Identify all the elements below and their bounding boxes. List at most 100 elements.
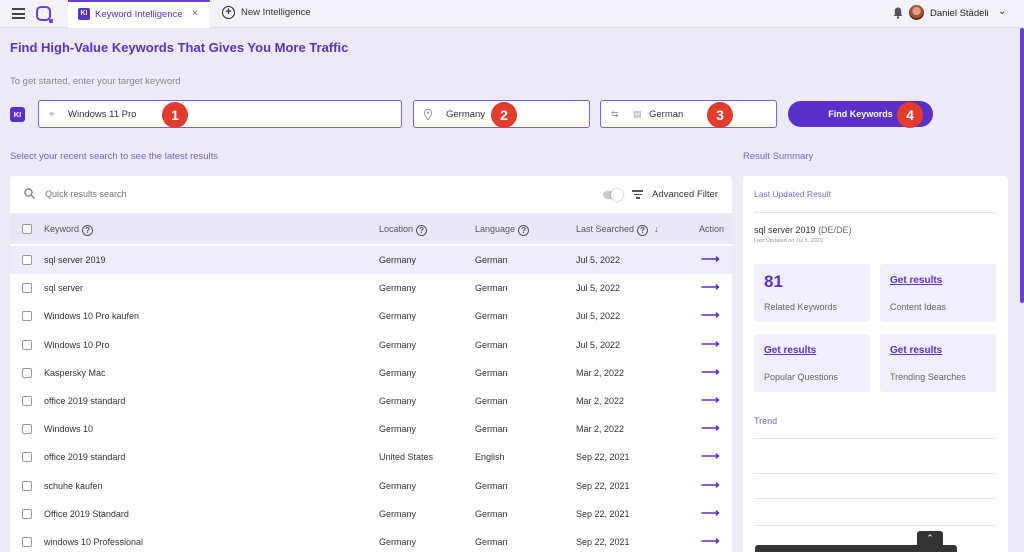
table-row[interactable]: Kaspersky Mac Germany German Mar 2, 2022 ⟶ bbox=[10, 359, 732, 387]
bottom-drawer[interactable] bbox=[755, 545, 957, 552]
trend-label: Trend bbox=[754, 416, 778, 426]
chevron-up-icon[interactable]: ⌃ bbox=[917, 531, 943, 545]
recent-search-label: Select your recent search to see the lat… bbox=[10, 151, 219, 162]
column-last-searched[interactable]: Last Searched? ↓ bbox=[576, 224, 659, 236]
trend-gridline bbox=[754, 473, 996, 474]
target-icon: ⌖ bbox=[49, 109, 55, 120]
table-row[interactable]: Windows 10 Pro Germany German Jul 5, 2022 ⟶ bbox=[10, 331, 732, 359]
row-last-searched: Jul 5, 2022 bbox=[576, 283, 621, 294]
plus-circle-icon[interactable]: + bbox=[222, 6, 235, 19]
step-marker-2: 2 bbox=[491, 102, 517, 128]
menu-icon[interactable] bbox=[12, 8, 25, 19]
column-keyword[interactable]: Keyword? bbox=[44, 224, 94, 236]
avatar[interactable] bbox=[909, 5, 924, 20]
arrow-right-icon[interactable]: ⟶ bbox=[701, 477, 720, 493]
row-checkbox[interactable] bbox=[22, 480, 32, 491]
row-location: Germany bbox=[379, 255, 417, 265]
arrow-right-icon[interactable]: ⟶ bbox=[701, 251, 720, 267]
trend-gridline bbox=[754, 438, 996, 439]
location-pin-icon bbox=[424, 109, 432, 120]
column-location[interactable]: Location? bbox=[379, 224, 428, 236]
info-icon[interactable]: ? bbox=[637, 225, 649, 236]
row-language: German bbox=[475, 424, 508, 435]
popular-questions-caption: Popular Questions bbox=[764, 372, 839, 382]
table-row[interactable]: schuhe kaufen Germany German Sep 22, 2021 ⟶ bbox=[10, 472, 732, 500]
row-checkbox[interactable] bbox=[22, 537, 32, 547]
trending-searches-get-results-link[interactable]: Get results bbox=[890, 345, 942, 356]
table-row[interactable]: office 2019 standard Germany German Mar 2, … bbox=[10, 387, 732, 415]
summary-updated-on: Last Updated on Jul 5, 2022 bbox=[754, 238, 823, 244]
trending-searches-tile[interactable]: Get results Trending Searches bbox=[880, 334, 996, 392]
table-row[interactable]: office 2019 standard United States English… bbox=[10, 443, 732, 471]
sort-down-icon[interactable]: ↓ bbox=[654, 224, 659, 234]
content-ideas-get-results-link[interactable]: Get results bbox=[890, 275, 942, 286]
trend-gridline bbox=[754, 498, 996, 499]
arrow-right-icon[interactable]: ⟶ bbox=[701, 533, 720, 549]
arrow-right-icon[interactable]: ⟶ bbox=[701, 505, 720, 521]
row-checkbox[interactable] bbox=[22, 396, 32, 406]
info-icon[interactable]: ? bbox=[518, 225, 530, 236]
intro-text: To get started, enter your target keywor… bbox=[10, 76, 181, 87]
row-checkbox[interactable] bbox=[22, 339, 32, 350]
summary-keyword-locale: (DE/DE) bbox=[818, 225, 852, 235]
row-last-searched: Sep 22, 2021 bbox=[576, 508, 630, 519]
keyword-input[interactable]: ⌖ Windows 11 Pro bbox=[38, 100, 402, 128]
info-icon[interactable]: ? bbox=[416, 225, 428, 236]
column-language[interactable]: Language? bbox=[475, 224, 530, 236]
row-language: German bbox=[475, 508, 508, 519]
related-keywords-tile[interactable]: 81 Related Keywords bbox=[754, 264, 870, 322]
row-checkbox[interactable] bbox=[22, 255, 32, 265]
row-last-searched: Mar 2, 2022 bbox=[576, 396, 625, 406]
row-checkbox[interactable] bbox=[22, 424, 32, 435]
table-row[interactable]: Windows 10 Pro kaufen Germany German Jul 5,… bbox=[10, 302, 732, 330]
row-language: German bbox=[475, 255, 508, 265]
table-row[interactable]: Windows 10 Germany German Mar 2, 2022 ⟶ bbox=[10, 415, 732, 443]
info-icon[interactable]: ? bbox=[82, 225, 94, 236]
keyword-input-value: Windows 11 Pro bbox=[68, 109, 137, 120]
row-language: German bbox=[475, 367, 508, 378]
arrow-right-icon[interactable]: ⟶ bbox=[701, 364, 720, 380]
close-icon[interactable]: × bbox=[192, 8, 198, 19]
row-checkbox[interactable] bbox=[22, 367, 32, 378]
arrow-right-icon[interactable]: ⟶ bbox=[701, 336, 720, 352]
arrow-right-icon[interactable]: ⟶ bbox=[701, 448, 720, 464]
table-row[interactable]: sql server 2019 Germany German Jul 5, 2022 ⟶ bbox=[10, 246, 732, 274]
arrow-right-icon[interactable]: ⟶ bbox=[701, 307, 720, 323]
arrow-right-icon[interactable]: ⟶ bbox=[701, 279, 720, 295]
related-keywords-count: 81 bbox=[764, 272, 783, 291]
step-marker-1: 1 bbox=[162, 102, 188, 128]
chevron-down-icon[interactable]: ⌄ bbox=[998, 6, 1006, 17]
advanced-filter-button[interactable]: Advanced Filter bbox=[652, 189, 718, 200]
row-checkbox[interactable] bbox=[22, 452, 32, 463]
row-language: German bbox=[475, 311, 508, 322]
column-label: Keyword bbox=[44, 224, 80, 234]
popular-questions-tile[interactable]: Get results Popular Questions bbox=[754, 334, 870, 392]
row-location: Germany bbox=[379, 537, 417, 547]
bell-icon[interactable] bbox=[893, 7, 903, 19]
language-select[interactable]: ⇆ ▤ German bbox=[600, 100, 777, 128]
table-row[interactable]: sql server Germany German Jul 5, 2022 ⟶ bbox=[10, 274, 732, 302]
app-logo-icon[interactable] bbox=[36, 6, 53, 23]
table-row[interactable]: Office 2019 Standard Germany German Sep 22,… bbox=[10, 500, 732, 528]
divider bbox=[754, 212, 996, 213]
quick-search-input[interactable] bbox=[45, 189, 345, 199]
row-language: German bbox=[475, 339, 508, 350]
tab-keyword-intelligence[interactable]: KI Keyword Intelligence × bbox=[68, 0, 210, 28]
row-location: Germany bbox=[379, 367, 417, 378]
popular-questions-get-results-link[interactable]: Get results bbox=[764, 345, 816, 356]
page-scrollbar[interactable] bbox=[1020, 28, 1024, 303]
page-title: Find High-Value Keywords That Gives You … bbox=[10, 40, 349, 55]
table-row[interactable]: windows 10 Professional Germany German Sep … bbox=[10, 528, 732, 552]
row-location: Germany bbox=[379, 508, 417, 519]
filter-icon[interactable] bbox=[632, 190, 643, 199]
filter-toggle[interactable] bbox=[603, 189, 623, 201]
content-ideas-tile[interactable]: Get results Content Ideas bbox=[880, 264, 996, 322]
user-name[interactable]: Daniel Städeli bbox=[930, 8, 989, 19]
new-intelligence-tab[interactable]: New Intelligence bbox=[241, 7, 311, 18]
row-checkbox[interactable] bbox=[22, 283, 32, 294]
arrow-right-icon[interactable]: ⟶ bbox=[701, 420, 720, 436]
arrow-right-icon[interactable]: ⟶ bbox=[701, 392, 720, 408]
row-checkbox[interactable] bbox=[22, 508, 32, 519]
row-checkbox[interactable] bbox=[22, 311, 32, 322]
select-all-checkbox[interactable] bbox=[22, 224, 32, 234]
